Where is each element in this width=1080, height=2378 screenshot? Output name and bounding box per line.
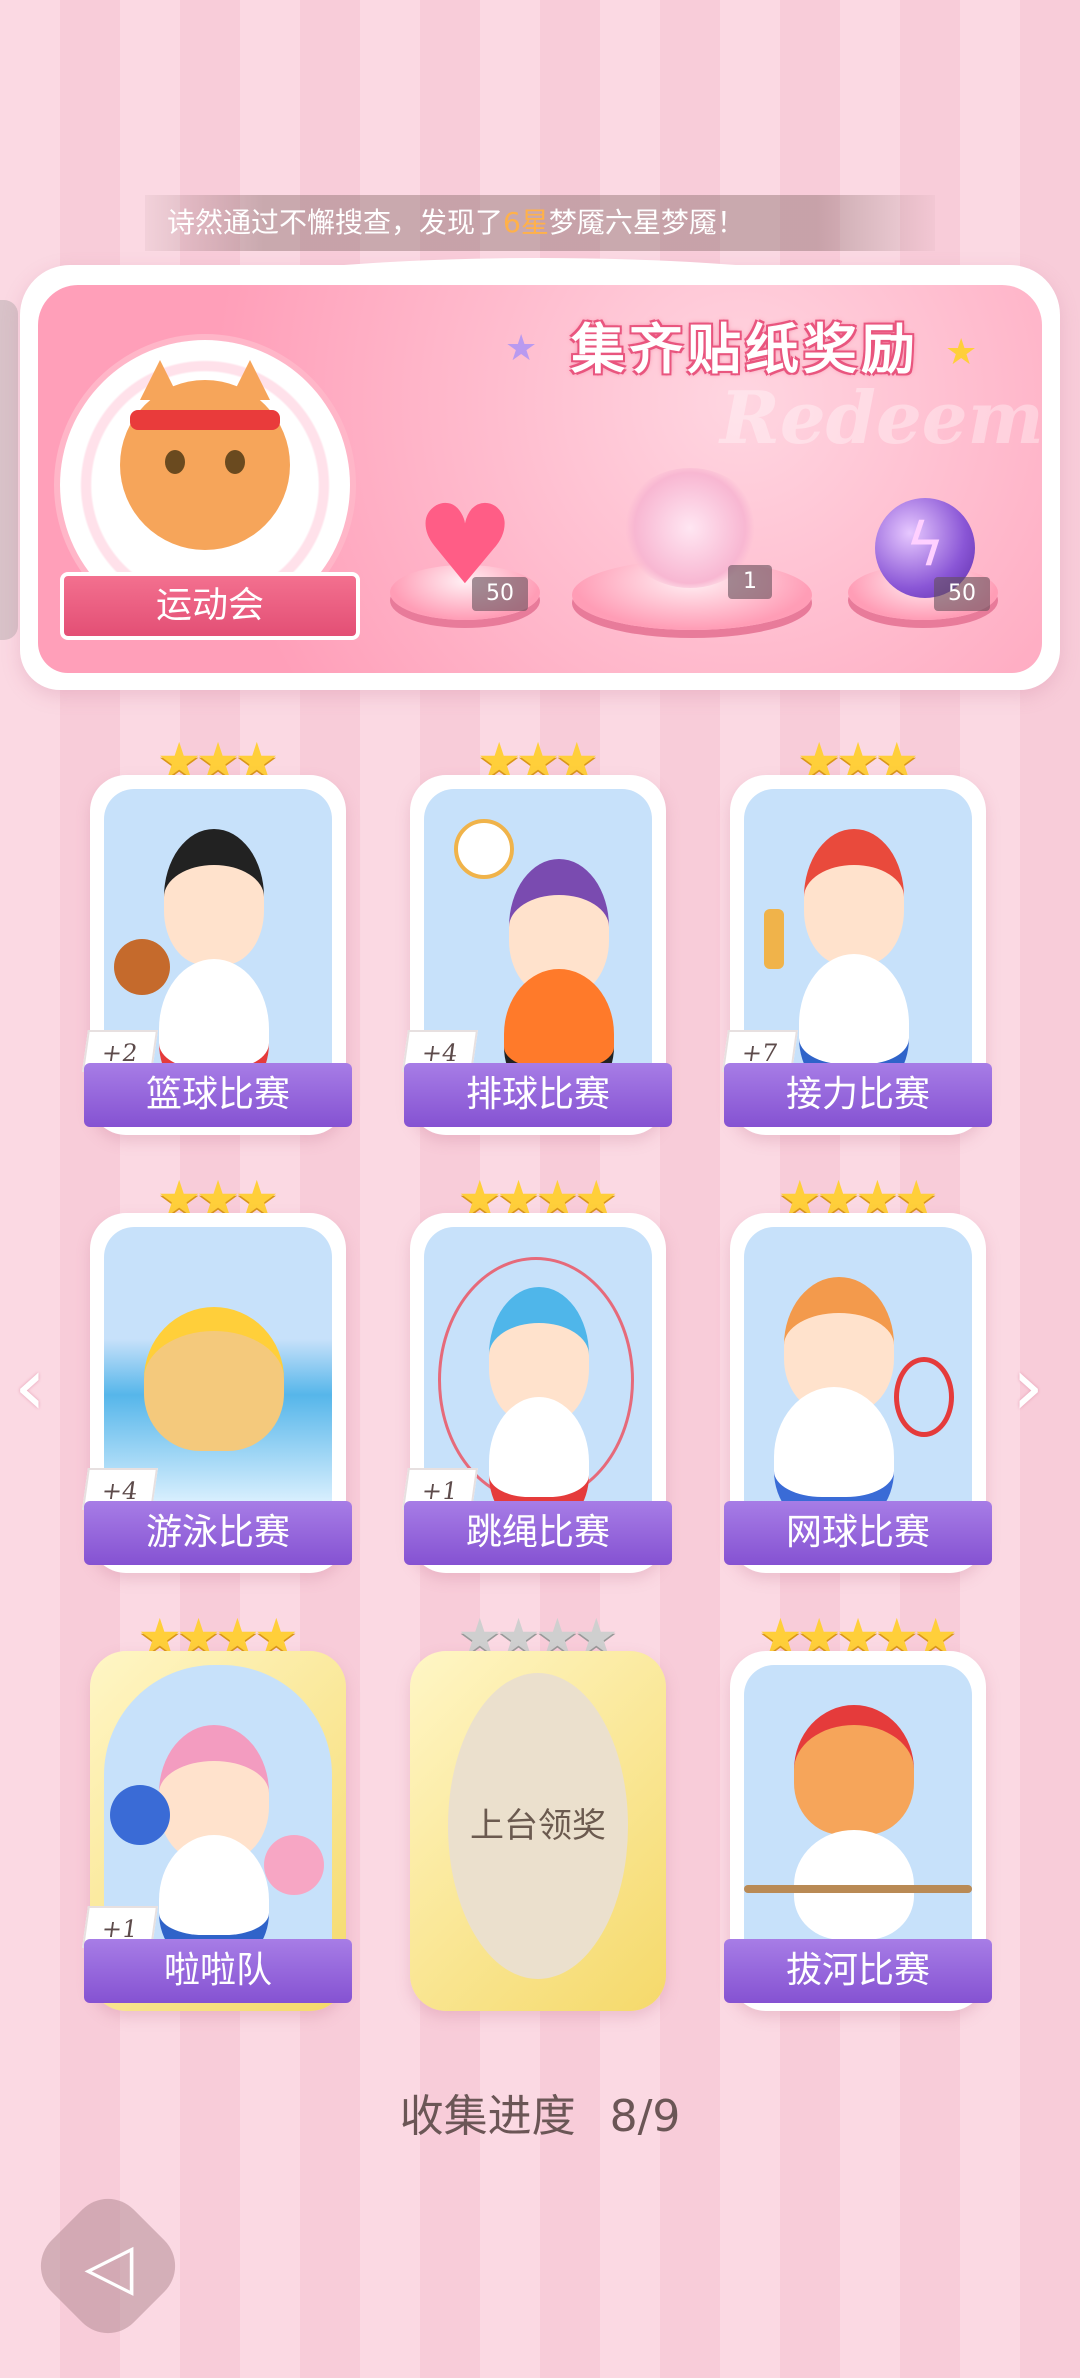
- sticker-image: [744, 1665, 972, 1945]
- locked-sticker-card[interactable]: 上台领奖: [410, 1651, 666, 2011]
- card-label: 跳绳比赛: [404, 1501, 672, 1565]
- card-label: 游泳比赛: [84, 1501, 352, 1565]
- pompom-icon: [264, 1835, 324, 1895]
- progress-value: 8/9: [609, 2091, 681, 2142]
- pompom-icon: [110, 1785, 170, 1845]
- chevron-right-icon[interactable]: ›: [1012, 1340, 1044, 1433]
- discovery-banner: 诗然通过不懈搜查，发现了6星梦魇六星梦魇！: [145, 195, 935, 251]
- back-icon[interactable]: ◁: [64, 2222, 154, 2312]
- sticker-image: [744, 789, 972, 1069]
- card-label: 接力比赛: [724, 1063, 992, 1127]
- locked-sticker-placeholder: 上台领奖: [448, 1673, 628, 1979]
- card-label: 网球比赛: [724, 1501, 992, 1565]
- sticker-image: [744, 1227, 972, 1507]
- gold-star-icon: ★: [945, 332, 978, 373]
- lightning-icon: ϟ: [905, 510, 945, 580]
- basketball-icon: [114, 939, 170, 995]
- tennis-racket-icon: [894, 1357, 954, 1437]
- banner-text-before: 诗然通过不懈搜查，发现了: [167, 206, 504, 239]
- cat-mascot-icon: [120, 360, 290, 550]
- card-label: 拔河比赛: [724, 1939, 992, 2003]
- sticker-image: [424, 789, 652, 1069]
- baton-icon: [764, 909, 784, 969]
- purple-star-icon: ★: [505, 328, 538, 369]
- banner-text-after: 梦魇六星梦魇！: [548, 206, 745, 239]
- banner-highlight: 6星: [503, 206, 549, 239]
- sticker-image: [104, 1665, 332, 1945]
- progress-label: 收集进度: [399, 2091, 576, 2142]
- sticker-image: [104, 1227, 332, 1507]
- card-label: 排球比赛: [404, 1063, 672, 1127]
- card-label: 啦啦队: [84, 1939, 352, 2003]
- sticker-image: [104, 789, 332, 1069]
- sticker-image: [424, 1227, 652, 1507]
- collection-progress: 收集进度 8/9: [0, 2080, 1080, 2144]
- card-label: 篮球比赛: [84, 1063, 352, 1127]
- chevron-left-icon[interactable]: ‹: [14, 1340, 46, 1433]
- event-name-label: 运动会: [60, 572, 360, 640]
- reward-count: 1: [728, 565, 772, 599]
- reward-count: 50: [472, 577, 528, 611]
- reward-title: 集齐贴纸奖励: [571, 318, 919, 381]
- volleyball-icon: [454, 819, 514, 879]
- rope-icon: [744, 1885, 972, 1893]
- side-drawer-tab[interactable]: [0, 300, 18, 640]
- reward-count: 50: [934, 577, 990, 611]
